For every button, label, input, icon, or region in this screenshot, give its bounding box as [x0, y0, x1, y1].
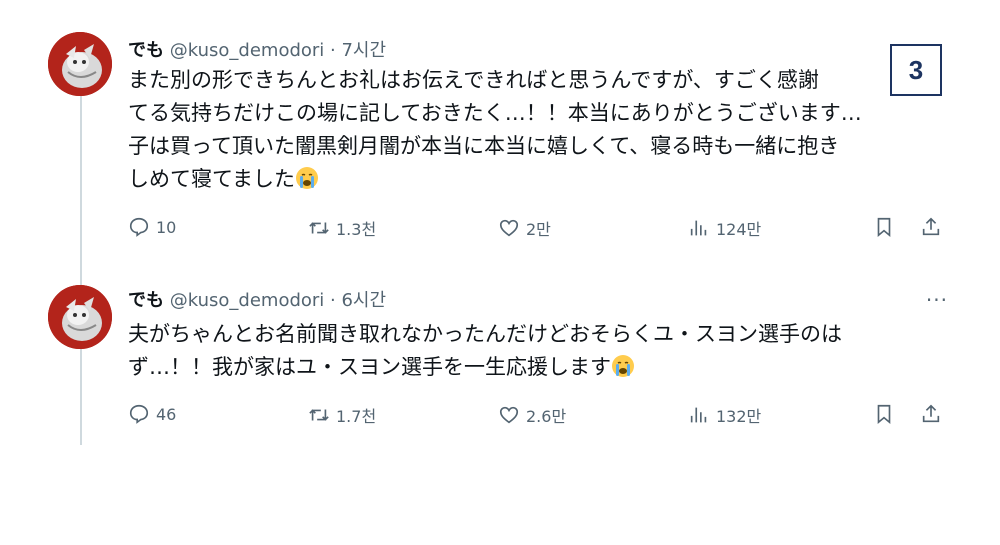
like-count: 2만: [526, 220, 551, 239]
tweet-text-line: ず…！！我が家はユ・スヨン選手を一生応援します: [128, 355, 611, 379]
tweet-text: また別の形できちんとお礼はお伝えできればと思うんですが、すごく感謝 てる気持ちだ…: [128, 64, 958, 196]
share-icon: [922, 217, 940, 236]
timestamp[interactable]: · 7시간: [330, 40, 386, 61]
crying-emoji: [295, 167, 318, 189]
bookmark-button[interactable]: [873, 403, 895, 425]
share-icon: [922, 404, 940, 423]
tweet-text-line: 夫がちゃんとお名前聞き取れなかったんだけどおそらくユ・スヨン選手のは: [128, 322, 842, 346]
views-icon: [690, 407, 707, 423]
views-button[interactable]: 132만: [688, 403, 761, 427]
tweet-actions: 10 1.3천 2만 124만: [128, 216, 948, 246]
bookmark-icon: [877, 404, 891, 425]
reply-count: 46: [156, 404, 177, 424]
avatar-image: [48, 285, 112, 349]
tweet-text: 夫がちゃんとお名前聞き取れなかったんだけどおそらくユ・スヨン選手のは ず…！！我…: [128, 318, 958, 388]
tweet-actions: 46 1.7천 2.6만 132만: [128, 403, 948, 433]
views-button[interactable]: 124만: [688, 216, 761, 240]
like-icon: [499, 219, 519, 237]
tweet-text-line: てる気持ちだけこの場に記しておきたく…！！本当にありがとうございます…: [128, 101, 862, 125]
retweet-icon: [309, 222, 329, 234]
avatar[interactable]: [48, 285, 112, 349]
retweet-button[interactable]: 1.7천: [308, 403, 376, 427]
reply-icon: [129, 217, 149, 237]
views-icon: [690, 220, 707, 236]
views-count: 132만: [716, 407, 762, 426]
page-number-badge: 3: [890, 44, 942, 96]
retweet-count: 1.3천: [336, 220, 377, 239]
tweet-1[interactable]: でも @kuso_demodori · 7시간 また別の形できちんとお礼はお伝え…: [0, 0, 1000, 265]
tweet-header: でも @kuso_demodori · 6시간: [128, 286, 386, 312]
display-name[interactable]: でも: [128, 290, 164, 311]
retweet-icon: [309, 409, 329, 421]
reply-button[interactable]: 46: [128, 403, 176, 425]
handle[interactable]: @kuso_demodori: [170, 290, 325, 311]
avatar[interactable]: [48, 32, 112, 96]
reply-button[interactable]: 10: [128, 216, 176, 238]
retweet-button[interactable]: 1.3천: [308, 216, 376, 240]
share-button[interactable]: [920, 216, 942, 238]
avatar-image: [48, 32, 112, 96]
tweet-header: でも @kuso_demodori · 7시간: [128, 36, 386, 62]
bookmark-icon: [877, 217, 891, 238]
more-options-button[interactable]: ···: [926, 288, 948, 312]
like-icon: [499, 406, 519, 424]
like-count: 2.6만: [526, 407, 567, 426]
retweet-count: 1.7천: [336, 407, 377, 426]
tweet-text-line: また別の形できちんとお礼はお伝えできればと思うんですが、すごく感謝: [128, 68, 819, 92]
display-name[interactable]: でも: [128, 40, 164, 61]
reply-count: 10: [156, 217, 177, 237]
handle[interactable]: @kuso_demodori: [170, 40, 325, 61]
like-button[interactable]: 2만: [498, 216, 551, 240]
share-button[interactable]: [920, 403, 942, 425]
tweet-text-line: しめて寝てました: [128, 167, 295, 191]
timestamp[interactable]: · 6시간: [330, 290, 386, 311]
like-button[interactable]: 2.6만: [498, 403, 566, 427]
crying-emoji: [612, 355, 634, 377]
bookmark-button[interactable]: [873, 216, 895, 238]
reply-icon: [129, 404, 149, 424]
tweet-text-line: 子は買って頂いた闇黒剣月闇が本当に本当に嬉しくて、寝る時も一緒に抱き: [128, 134, 840, 158]
views-count: 124만: [716, 220, 762, 239]
